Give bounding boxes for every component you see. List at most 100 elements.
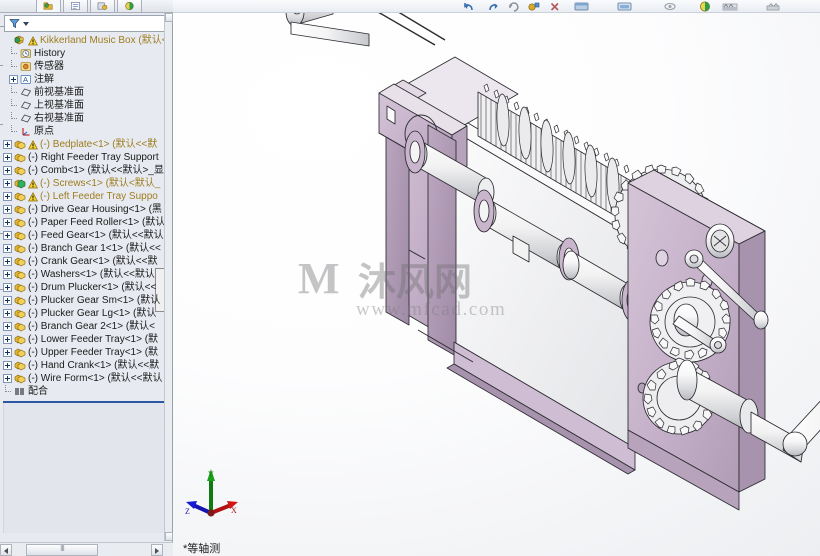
- tree-expander[interactable]: [3, 361, 12, 370]
- property-manager-icon: [70, 1, 81, 11]
- tree-expander[interactable]: [3, 257, 12, 266]
- tree-item[interactable]: (-) Branch Gear 1<1> (默认<<: [3, 242, 165, 255]
- tree-item[interactable]: A注解: [3, 73, 165, 86]
- tree-item[interactable]: (-) Drum Plucker<1> (默认<<: [3, 281, 165, 294]
- tree-item[interactable]: (-) Screws<1> (默认<默认_: [3, 177, 165, 190]
- tree-expander[interactable]: [3, 153, 12, 162]
- appearances-icon[interactable]: [698, 0, 714, 13]
- feature-tree-icon: [43, 1, 54, 11]
- part-icon: [14, 321, 26, 332]
- tree-item-label: (-) Crank Gear<1> (默认<<默: [28, 255, 157, 268]
- tree-expander[interactable]: [3, 348, 12, 357]
- tree-expander[interactable]: [3, 192, 12, 201]
- tree-vertical-scrollbar[interactable]: [164, 13, 172, 541]
- display-style-icon[interactable]: [615, 0, 635, 13]
- part-icon: [14, 139, 26, 150]
- view-orientation-label: *等轴测: [183, 540, 220, 556]
- tree-expander[interactable]: [3, 322, 12, 331]
- feature-tree-scroll[interactable]: Kikkerland Music Box (默认<History传感器A注解前视…: [3, 34, 165, 399]
- options-icon[interactable]: [527, 0, 541, 13]
- close-icon[interactable]: [548, 0, 562, 13]
- scroll-right-button[interactable]: [151, 544, 163, 556]
- tree-horizontal-scrollbar[interactable]: [0, 542, 173, 556]
- graphics-area[interactable]: M 沐风网 www.mfcad.com Y X Z: [173, 13, 820, 556]
- view-settings-icon[interactable]: [765, 0, 781, 13]
- tree-expander[interactable]: [3, 205, 12, 214]
- view-orientation-icon[interactable]: [573, 0, 593, 13]
- tree-item[interactable]: (-) Lower Feeder Tray<1> (默: [3, 333, 165, 346]
- triad-x-label: X: [231, 506, 237, 515]
- scroll-left-button[interactable]: [0, 544, 12, 556]
- cad-model-music-box[interactable]: [173, 13, 820, 556]
- tree-item[interactable]: (-) Bedplate<1> (默认<<默: [3, 138, 165, 151]
- tree-expander[interactable]: [3, 179, 12, 188]
- tree-item[interactable]: 原点: [3, 125, 165, 138]
- tree-expander[interactable]: [3, 374, 12, 383]
- tree-item[interactable]: 前视基准面: [3, 86, 165, 99]
- tree-item[interactable]: (-) Branch Gear 2<1> (默认<: [3, 320, 165, 333]
- tree-item[interactable]: (-) Upper Feeder Tray<1> (默: [3, 346, 165, 359]
- tree-expander[interactable]: [3, 309, 12, 318]
- tree-lead: [9, 112, 18, 125]
- tree-item-label: 原点: [34, 125, 54, 138]
- tree-item-label: (-) Feed Gear<1> (默认<<默认: [28, 229, 164, 242]
- scroll-up-button[interactable]: [165, 13, 173, 22]
- display-manager-icon: [124, 1, 135, 11]
- tree-expander[interactable]: [3, 244, 12, 253]
- tree-item[interactable]: 配合: [3, 385, 165, 398]
- feature-manager-tab[interactable]: [36, 0, 61, 12]
- tree-item-label: (-) Branch Gear 1<1> (默认<<: [28, 242, 161, 255]
- tree-lead: [9, 86, 18, 99]
- tree-item[interactable]: (-) Comb<1> (默认<<默认>_显: [3, 164, 165, 177]
- hide-show-icon[interactable]: [663, 0, 677, 13]
- tree-expander[interactable]: [3, 296, 12, 305]
- tree-item-label: (-) Washers<1> (默认<<默认:: [28, 268, 158, 281]
- filter-dropdown-caret[interactable]: [23, 22, 29, 26]
- display-manager-tab[interactable]: [117, 0, 142, 12]
- tree-item[interactable]: (-) Right Feeder Tray Support: [3, 151, 165, 164]
- tree-item[interactable]: (-) Feed Gear<1> (默认<<默认: [3, 229, 165, 242]
- tree-expander[interactable]: [3, 166, 12, 175]
- tree-expander[interactable]: [3, 270, 12, 279]
- triad-y-label: Y: [208, 470, 214, 479]
- tree-item[interactable]: (-) Left Feeder Tray Suppo: [3, 190, 165, 203]
- tree-item[interactable]: (-) Crank Gear<1> (默认<<默: [3, 255, 165, 268]
- scene-icon[interactable]: [721, 0, 739, 13]
- solidworks-window: Kikkerland Music Box (默认<History传感器A注解前视…: [0, 0, 820, 556]
- tree-item[interactable]: 右视基准面: [3, 112, 165, 125]
- assembly-icon: [14, 35, 26, 46]
- undo-icon[interactable]: [463, 0, 477, 13]
- tree-item-label: (-) Left Feeder Tray Suppo: [40, 190, 158, 203]
- filter-funnel-icon: [9, 18, 20, 29]
- part-green-icon: [14, 178, 26, 189]
- tree-item[interactable]: (-) Plucker Gear Sm<1> (默认: [3, 294, 165, 307]
- tree-root-item[interactable]: Kikkerland Music Box (默认<: [3, 34, 165, 47]
- tree-item[interactable]: 传感器: [3, 60, 165, 73]
- tree-item[interactable]: (-) Paper Feed Roller<1> (默认: [3, 216, 165, 229]
- tree-expander[interactable]: [3, 335, 12, 344]
- tree-item[interactable]: (-) Hand Crank<1> (默认<<默: [3, 359, 165, 372]
- tree-item[interactable]: 上视基准面: [3, 99, 165, 112]
- tree-filter-box[interactable]: [4, 15, 165, 32]
- tree-expander[interactable]: [9, 75, 18, 84]
- part-icon: [14, 295, 26, 306]
- plane-icon: [20, 100, 32, 111]
- tree-expander[interactable]: [3, 140, 12, 149]
- tree-expander[interactable]: [3, 231, 12, 240]
- warning-icon: [28, 140, 38, 150]
- part-icon: [14, 373, 26, 384]
- property-manager-tab[interactable]: [63, 0, 88, 12]
- tree-item[interactable]: (-) Drive Gear Housing<1> (黑: [3, 203, 165, 216]
- tree-expander[interactable]: [3, 218, 12, 227]
- rebuild-icon[interactable]: [507, 0, 521, 13]
- redo-icon[interactable]: [485, 0, 499, 13]
- tree-item[interactable]: (-) Wire Form<1> (默认<<默认: [3, 372, 165, 385]
- tree-item[interactable]: History: [3, 47, 165, 60]
- tree-item[interactable]: (-) Plucker Gear Lg<1> (默认: [3, 307, 165, 320]
- tree-item-label: (-) Lower Feeder Tray<1> (默: [28, 333, 158, 346]
- tree-expander[interactable]: [3, 283, 12, 292]
- configuration-manager-tab[interactable]: [90, 0, 115, 12]
- scroll-down-button[interactable]: [165, 532, 173, 541]
- scroll-thumb[interactable]: [26, 544, 98, 556]
- tree-item[interactable]: (-) Washers<1> (默认<<默认:: [3, 268, 165, 281]
